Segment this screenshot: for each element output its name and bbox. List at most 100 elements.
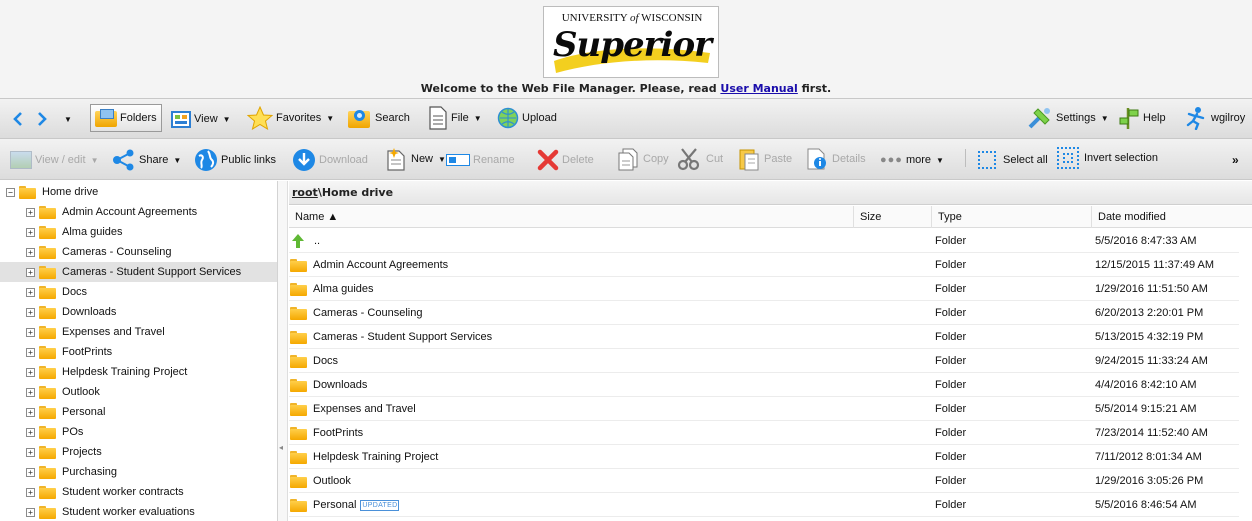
tree-item[interactable]: + Purchasing [0,462,277,482]
file-date-cell: 9/24/2015 11:33:24 AM [1095,355,1208,367]
file-row[interactable]: Cameras - Student Support Services Folder… [289,325,1239,349]
expand-icon[interactable]: + [26,407,35,417]
expand-icon[interactable]: + [26,327,35,337]
file-row[interactable]: Personal UPDATED Folder 5/5/2016 8:46:54 AM [289,493,1239,517]
tree-root-home-drive[interactable]: − Home drive [6,182,277,202]
select-all-button[interactable]: Select all [978,147,1048,173]
paste-button[interactable]: Paste [737,146,792,172]
view-edit-menu[interactable]: View / edit ▼ [10,147,98,173]
file-row[interactable]: Alma guides Folder 1/29/2016 11:51:50 AM [289,277,1239,301]
download-button[interactable]: Download [292,147,368,173]
expand-icon[interactable]: + [26,467,35,477]
expand-icon[interactable]: + [26,427,35,437]
settings-menu[interactable]: Settings ▼ [1027,105,1109,131]
tree-item[interactable]: + POs [0,422,277,442]
copy-button[interactable]: Copy [616,146,669,172]
folder-icon [290,450,307,464]
tree-item[interactable]: + Student worker evaluations [0,502,277,521]
expand-icon[interactable]: + [26,347,35,357]
file-row[interactable]: Outlook Folder 1/29/2016 3:05:26 PM [289,469,1239,493]
collapse-arrow-icon: ◂ [279,443,284,452]
file-row[interactable]: Cameras - Counseling Folder 6/20/2013 2:20… [289,301,1239,325]
tree-item-label: Admin Account Agreements [62,206,198,218]
tree-item[interactable]: + Helpdesk Training Project [0,362,277,382]
tree-item[interactable]: + Cameras - Student Support Services [0,262,277,282]
folders-label: Folders [120,112,157,124]
file-name-cell: Cameras - Student Support Services [290,325,850,349]
view-menu[interactable]: View ▼ [171,106,231,132]
more-menu[interactable]: ●●● more ▼ [880,147,944,173]
new-menu[interactable]: New ▼ [384,146,446,172]
column-header-size[interactable]: Size [853,206,931,228]
file-row[interactable]: Expenses and Travel Folder 5/5/2014 9:15:2… [289,397,1239,421]
pane-splitter[interactable]: ◂ [278,181,288,521]
file-menu[interactable]: File ▼ [428,105,482,131]
file-row[interactable]: Downloads Folder 4/4/2016 8:42:10 AM [289,373,1239,397]
file-row[interactable]: FootPrints Folder 7/23/2014 11:52:40 AM [289,421,1239,445]
search-button[interactable]: Search [348,105,410,131]
expand-icon[interactable]: + [26,447,35,457]
help-button[interactable]: Help [1118,105,1166,131]
collapse-icon[interactable]: − [6,187,15,197]
favorites-menu[interactable]: Favorites ▼ [247,105,334,131]
tree-item[interactable]: + Outlook [0,382,277,402]
share-menu[interactable]: Share ▼ [112,147,181,173]
expand-icon[interactable]: + [26,227,35,237]
tree-item[interactable]: + Personal [0,402,277,422]
expand-icon[interactable]: + [26,207,35,217]
expand-icon[interactable]: + [26,487,35,497]
upload-button[interactable]: Upload [497,105,557,131]
invert-selection-button[interactable]: Invert selection [1057,145,1158,171]
tree-item[interactable]: + FootPrints [0,342,277,362]
tree-item-label: Outlook [62,386,100,398]
expand-icon[interactable]: + [26,507,35,517]
folder-icon [290,402,307,416]
expand-icon[interactable]: + [26,387,35,397]
user-menu[interactable]: wgilroy [1182,105,1245,131]
toolbar-overflow-button[interactable]: » [1232,147,1239,173]
tree-item[interactable]: + Docs [0,282,277,302]
column-header-name[interactable]: Name ▲ [289,206,853,228]
tree-item[interactable]: + Admin Account Agreements [0,202,277,222]
tree-item-label: Alma guides [62,226,123,238]
view-icon [171,110,191,128]
file-row[interactable]: .. Folder 5/5/2016 8:47:33 AM [289,229,1239,253]
file-name: Docs [313,355,339,367]
tree-item[interactable]: + Student worker contracts [0,482,277,502]
tree-item[interactable]: + Downloads [0,302,277,322]
tree-item[interactable]: + Expenses and Travel [0,322,277,342]
chevron-down-icon: ▼ [936,155,944,165]
file-row[interactable]: Helpdesk Training Project Folder 7/11/2012… [289,445,1239,469]
forward-button[interactable] [36,106,48,132]
tree-item[interactable]: + Alma guides [0,222,277,242]
expand-icon[interactable]: + [26,267,35,277]
public-links-button[interactable]: Public links [194,147,276,173]
column-header-type[interactable]: Type [931,206,1091,228]
chevron-down-icon: ▼ [438,154,446,164]
cut-button[interactable]: Cut [677,146,723,172]
user-manual-link[interactable]: User Manual [720,82,797,95]
history-dropdown[interactable]: ▼ [62,106,72,132]
expand-icon[interactable]: + [26,307,35,317]
delete-button[interactable]: Delete [537,147,594,173]
folder-icon [39,265,56,279]
tree-item-label: Cameras - Counseling [62,246,172,258]
expand-icon[interactable]: + [26,367,35,377]
expand-icon[interactable]: + [26,247,35,257]
tree-item[interactable]: + Projects [0,442,277,462]
banner: UNIVERSITY of WISCONSIN Superior Welcome… [0,0,1252,98]
copy-label: Copy [643,153,669,165]
more-label: more [905,154,931,166]
tree-item[interactable]: + Cameras - Counseling [0,242,277,262]
breadcrumb-root-link[interactable]: root [292,186,318,199]
details-button[interactable]: Details [805,146,866,172]
file-date-cell: 5/13/2015 4:32:19 PM [1095,331,1204,343]
back-button[interactable] [12,106,24,132]
expand-icon[interactable]: + [26,287,35,297]
file-label: File [451,112,469,124]
file-row[interactable]: Admin Account Agreements Folder 12/15/2015… [289,253,1239,277]
rename-button[interactable]: Rename [446,147,515,173]
folders-button[interactable]: Folders [90,104,162,132]
file-row[interactable]: Docs Folder 9/24/2015 11:33:24 AM [289,349,1239,373]
column-header-date-modified[interactable]: Date modified [1091,206,1243,228]
